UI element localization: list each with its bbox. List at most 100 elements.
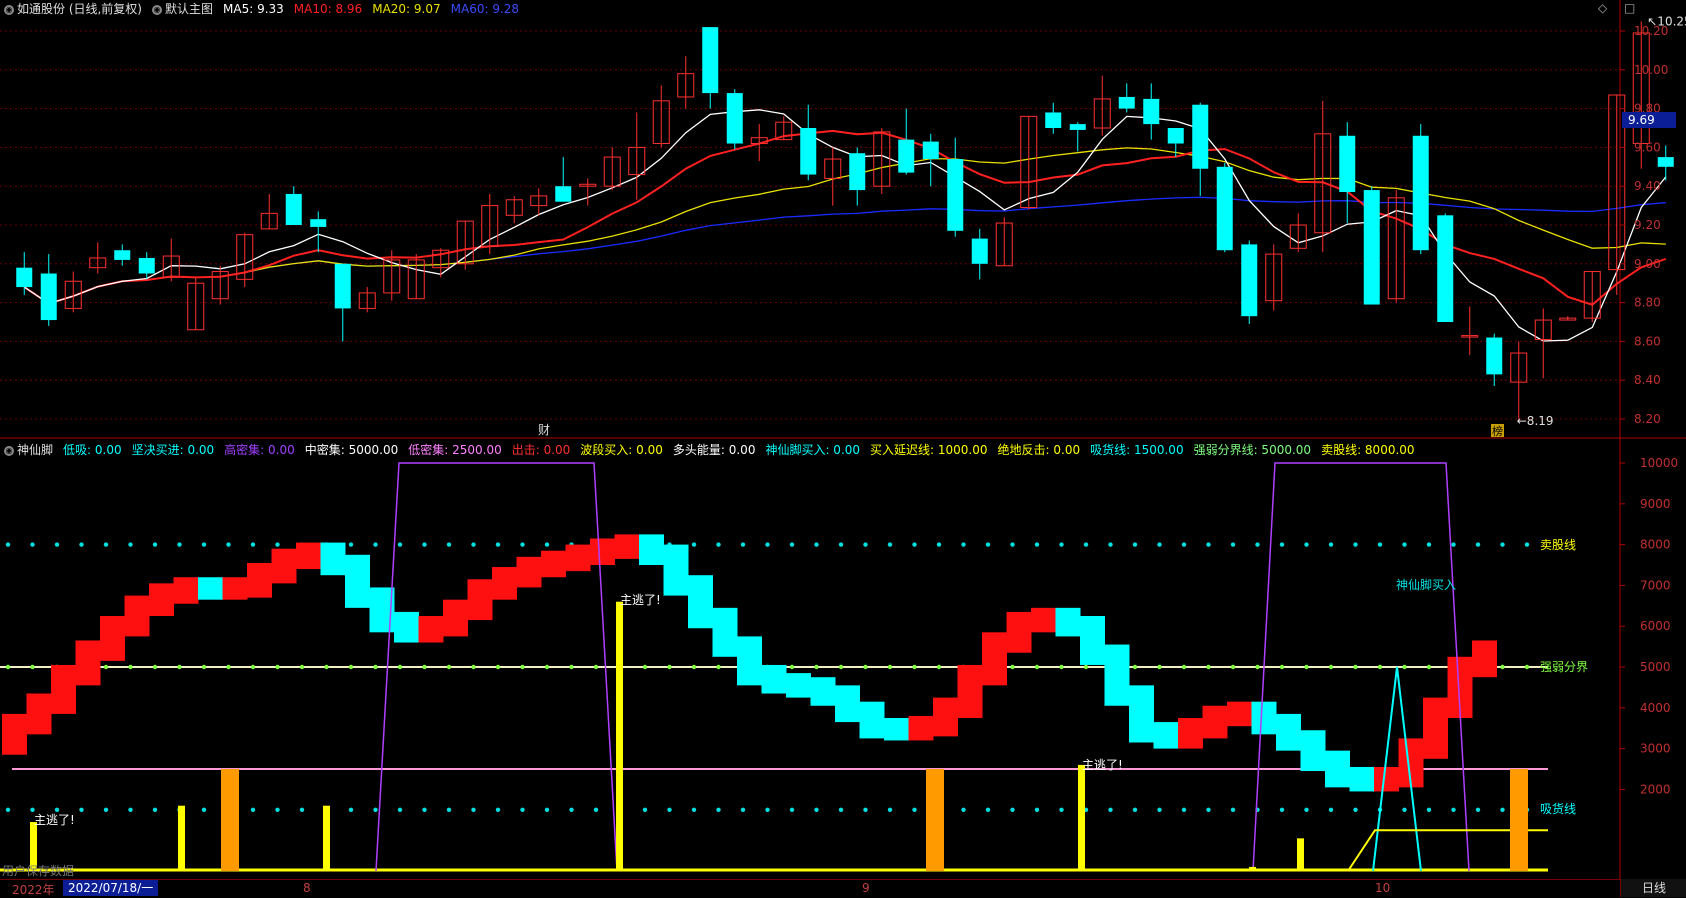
candle: [971, 228, 988, 280]
indicator-param: 坚决买进: 0.00: [131, 443, 215, 457]
level-dot: [1402, 807, 1407, 812]
level-dot: [1157, 664, 1162, 670]
level-dot: [936, 664, 942, 670]
level-dot: [152, 664, 158, 670]
level-dot: [373, 664, 378, 670]
candle-body-down: [1045, 112, 1062, 128]
candle: [1118, 83, 1135, 113]
stock-title[interactable]: ◉ 如通股份 (日线,前复权): [4, 0, 142, 18]
level-dot: [691, 542, 697, 547]
level-dot: [1328, 807, 1334, 812]
yellow-bar: [1297, 838, 1304, 871]
ribbon-block: [688, 575, 713, 629]
level-dot: [79, 542, 84, 547]
price-label: 8.80: [1634, 296, 1661, 310]
ma5-readout: MA5: 9.33: [223, 2, 284, 16]
level-dot: [30, 807, 35, 812]
ribbon-block: [2, 713, 27, 755]
candle: [505, 195, 523, 224]
level-dot: [740, 542, 746, 547]
level-dot: [471, 542, 476, 547]
indicator-param: 神仙脚买入: 0.00: [765, 443, 861, 457]
candle-body-down: [922, 141, 939, 160]
level-dot: [1524, 542, 1530, 547]
indicator-plot[interactable]: 主逃了! 主逃了! 主逃了! 卖股线强弱分界吸货线 神仙脚买入: [0, 462, 1588, 872]
ribbon-block: [1129, 685, 1154, 743]
candle: [236, 232, 254, 288]
indicator-name[interactable]: ◉ 神仙脚: [4, 441, 53, 459]
panel-close-icon[interactable]: □: [1624, 1, 1635, 15]
level-dot: [471, 807, 476, 812]
ribbon-block: [1202, 705, 1228, 739]
price-label: 8.60: [1634, 334, 1661, 348]
price-axis: 10.2010.009.809.609.409.209.008.808.608.…: [1620, 24, 1668, 426]
level-dot: [814, 542, 819, 547]
ribbon-block: [492, 567, 517, 600]
template-name[interactable]: ◉ 默认主图: [152, 0, 213, 18]
settings-icon[interactable]: ◉: [4, 4, 14, 15]
ma10-readout: MA10: 8.96: [293, 2, 363, 16]
candle-body-down: [1192, 104, 1209, 169]
level-dot: [275, 807, 280, 812]
level-dot: [1279, 807, 1285, 812]
ma20-readout: MA20: 9.07: [372, 2, 441, 16]
candle: [530, 188, 548, 216]
level-dot: [1181, 664, 1187, 670]
orange-bar: [1510, 769, 1528, 871]
level-dot: [1279, 664, 1285, 670]
ribbon-block: [124, 595, 150, 637]
candle-body-down: [285, 193, 302, 225]
panel-toggle-icon[interactable]: ◇: [1598, 1, 1607, 15]
indicator-param: 卖股线: 8000.00: [1321, 443, 1415, 457]
candle: [555, 157, 572, 202]
month-9-label: 9: [862, 881, 870, 895]
price-label: 9.20: [1634, 218, 1661, 232]
level-dot: [765, 807, 770, 812]
xianjiao-buy-label: 神仙脚买入: [1396, 577, 1456, 592]
candle: [1559, 316, 1577, 321]
level-dot: [716, 542, 721, 547]
candle: [16, 252, 33, 295]
level-dot: [1377, 542, 1383, 547]
indicator-label: 4000: [1640, 701, 1671, 715]
level-dot: [1426, 664, 1432, 670]
candle-body-down: [1241, 244, 1258, 317]
level-dot: [103, 542, 109, 547]
candle: [1339, 122, 1356, 224]
level-dot: [1426, 807, 1432, 812]
level-dot: [250, 542, 256, 547]
candle-body-down: [1363, 190, 1380, 305]
level-dot: [128, 664, 133, 670]
candle: [898, 108, 915, 175]
ribbon-block: [1472, 640, 1497, 678]
candle: [358, 287, 376, 313]
settings-icon[interactable]: ◉: [4, 445, 14, 456]
candle: [40, 254, 57, 326]
ribbon-block: [1080, 616, 1105, 665]
candlesticks[interactable]: ↖10.25←8.19财榜: [16, 14, 1686, 438]
candle: [1093, 75, 1111, 136]
candle: [407, 254, 425, 300]
level-dot: [397, 664, 403, 670]
price-label: 8.20: [1634, 412, 1661, 426]
ribbon-block: [541, 550, 566, 578]
candle: [603, 147, 621, 191]
run-away-label: 主逃了!: [34, 813, 75, 827]
level-dot: [201, 542, 207, 547]
candle: [187, 277, 205, 331]
period-button[interactable]: 日线: [1620, 879, 1686, 897]
ribbon-block: [590, 538, 615, 565]
level-dot: [1083, 542, 1089, 547]
level-dot: [495, 807, 501, 812]
candle-body-down: [1167, 128, 1184, 144]
level-dot: [422, 664, 427, 670]
yellow-bar: [1078, 764, 1085, 871]
level-dot: [887, 542, 893, 547]
level-dot: [887, 807, 893, 812]
level-dot: [1475, 807, 1481, 812]
level-dot: [912, 664, 917, 670]
level-dot: [520, 807, 525, 812]
level-dot: [1181, 807, 1187, 812]
level-dot: [348, 542, 354, 547]
yellow-bar: [178, 805, 185, 871]
